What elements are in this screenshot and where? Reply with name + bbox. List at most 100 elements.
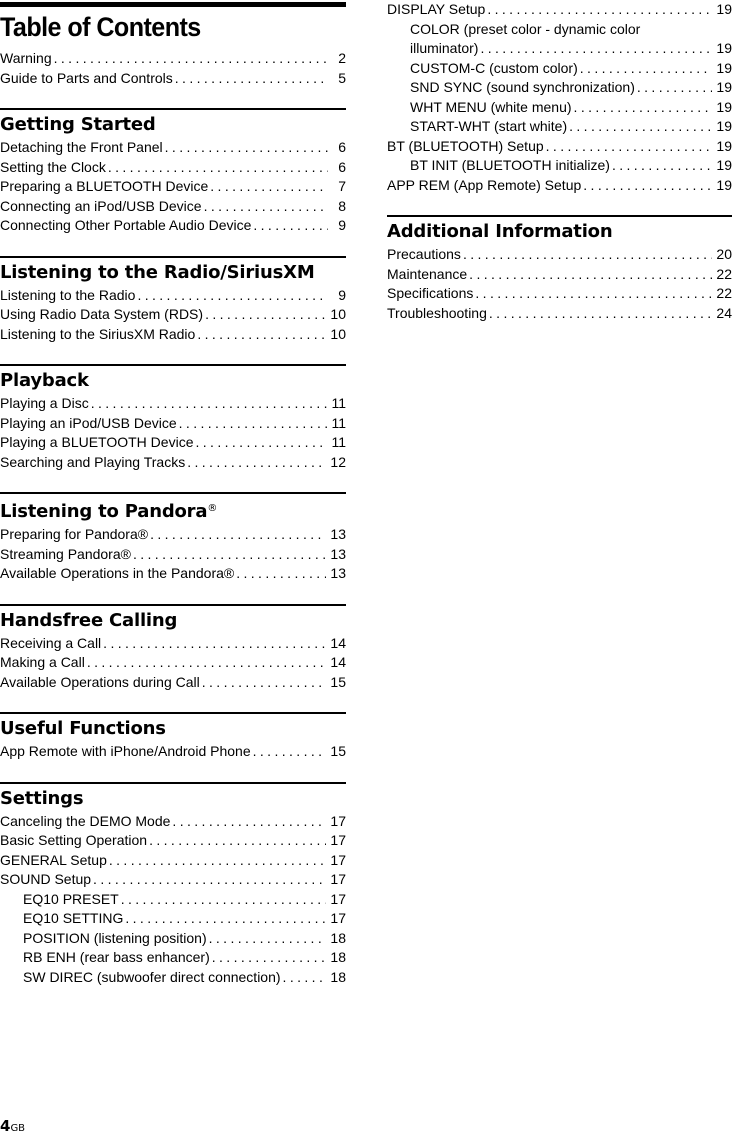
toc-entry[interactable]: Playing an iPod/USB Device 11	[0, 414, 346, 434]
dot-leader	[612, 156, 712, 176]
toc-subentry-line1[interactable]: COLOR (preset color - dynamic color	[387, 20, 732, 40]
toc-entry-page: 17	[330, 890, 346, 907]
dot-leader	[489, 304, 713, 324]
toc-entry[interactable]: Preparing for Pandora® 13	[0, 525, 346, 545]
dot-leader	[204, 197, 328, 217]
section-heading: Listening to the Radio/SiriusXM	[0, 261, 315, 283]
toc-entry-page: 9	[338, 286, 346, 303]
toc-entry-label: Guide to Parts and Controls	[0, 69, 173, 86]
toc-entry[interactable]: Using Radio Data System (RDS) 10	[0, 305, 346, 325]
toc-entry-label: Connecting Other Portable Audio Device	[0, 217, 252, 233]
toc-entry-page: 19	[716, 157, 732, 173]
toc-entry-page: 19	[716, 98, 732, 115]
toc-entry[interactable]: Searching and Playing Tracks 12	[0, 453, 346, 473]
toc-subentry[interactable]: START-WHT (start white) 19	[387, 117, 732, 137]
page-title: Table of Contents	[0, 12, 201, 42]
toc-entry[interactable]: APP REM (App Remote) Setup 19	[387, 176, 732, 196]
toc-entry[interactable]: SOUND Setup 17	[0, 870, 346, 890]
dot-leader	[187, 453, 326, 473]
dot-leader	[480, 39, 712, 59]
dot-leader	[253, 742, 327, 762]
toc-entry-page: 14	[330, 634, 346, 651]
section-divider	[0, 781, 346, 784]
toc-subentry[interactable]: illuminator) 19	[387, 39, 732, 59]
toc-subentry[interactable]: EQ10 SETTING 17	[0, 909, 346, 929]
toc-subentry[interactable]: RB ENH (rear bass enhancer) 18	[0, 948, 346, 968]
toc-entry[interactable]: App Remote with iPhone/Android Phone 15	[0, 742, 346, 762]
toc-entry-page: 15	[330, 673, 346, 690]
section-heading: Settings	[0, 787, 84, 809]
toc-entry-label: Warning	[0, 50, 52, 66]
toc-entry[interactable]: Listening to the SiriusXM Radio 10	[0, 325, 346, 345]
toc-entry[interactable]: BT (BLUETOOTH) Setup 19	[387, 137, 732, 157]
section-settings: Settings Canceling the DEMO Mode 17 Basic…	[0, 781, 346, 988]
toc-entry-page: 2	[338, 50, 346, 66]
toc-entry[interactable]: Making a Call 14	[0, 653, 346, 673]
section-additional-information: Additional Information Precautions 20 Mai…	[387, 215, 732, 323]
dot-leader	[175, 69, 328, 89]
toc-entry-label: Canceling the DEMO Mode	[0, 812, 171, 829]
toc-entry-label: Streaming Pandora®	[0, 545, 131, 562]
toc-entry[interactable]: Basic Setting Operation 17	[0, 831, 346, 851]
toc-subentry[interactable]: BT INIT (BLUETOOTH initialize) 19	[387, 156, 732, 176]
toc-entry-label: Detaching the Front Panel	[0, 139, 163, 155]
dot-leader	[583, 176, 712, 196]
toc-entry[interactable]: Troubleshooting 24	[387, 304, 732, 324]
toc-entry[interactable]: Available Operations in the Pandora® 13	[0, 564, 346, 584]
toc-entry-page: 17	[330, 812, 346, 829]
toc-entry-label: APP REM (App Remote) Setup	[387, 176, 582, 193]
toc-entry-page: 13	[330, 565, 346, 581]
toc-entry[interactable]: Maintenance 22	[387, 265, 732, 285]
toc-entry[interactable]: Preparing a BLUETOOTH Device 7	[0, 177, 346, 197]
toc-entry-label: Basic Setting Operation	[0, 832, 148, 848]
toc-entry-label: Listening to the SiriusXM Radio	[0, 325, 196, 342]
toc-entry[interactable]: Specifications 22	[387, 284, 732, 304]
toc-entry-label: Making a Call	[0, 654, 85, 670]
toc-entry-page: 11	[331, 395, 346, 411]
toc-entry[interactable]: Receiving a Call 14	[0, 634, 346, 654]
toc-entry[interactable]: Canceling the DEMO Mode 17	[0, 812, 346, 832]
dot-leader	[197, 325, 326, 345]
toc-entry-label: illuminator)	[410, 40, 479, 56]
toc-entry[interactable]: Connecting an iPod/USB Device 8	[0, 197, 346, 217]
toc-entry-page: 19	[716, 118, 732, 134]
toc-entry-page: 11	[331, 414, 346, 431]
toc-entry[interactable]: DISPLAY Setup 19	[387, 0, 732, 20]
toc-entry[interactable]: Available Operations during Call 15	[0, 673, 346, 693]
toc-entry[interactable]: Precautions 20	[387, 245, 732, 265]
toc-entry-warning[interactable]: Warning 2	[0, 49, 346, 69]
toc-subentry[interactable]: SW DIREC (subwoofer direct connection) 18	[0, 968, 346, 988]
toc-entry-guide[interactable]: Guide to Parts and Controls 5	[0, 69, 346, 89]
toc-entry-page: 13	[330, 545, 346, 562]
dot-leader	[93, 870, 326, 890]
toc-entry[interactable]: Connecting Other Portable Audio Device 9	[0, 216, 346, 236]
toc-subentry[interactable]: SND SYNC (sound synchronization) 19	[387, 78, 732, 98]
toc-entry-page: 15	[330, 743, 346, 759]
section-divider	[0, 492, 346, 494]
toc-subentry[interactable]: WHT MENU (white menu) 19	[387, 98, 732, 118]
toc-entry-page: 10	[330, 325, 346, 342]
toc-subentry[interactable]: CUSTOM-C (custom color) 19	[387, 59, 732, 79]
toc-entry-label: EQ10 SETTING	[23, 910, 124, 926]
toc-subentry[interactable]: EQ10 PRESET 17	[0, 890, 346, 910]
dot-leader	[253, 216, 328, 236]
toc-entry-page: 18	[330, 929, 346, 946]
toc-entry-label: Connecting an iPod/USB Device	[0, 197, 202, 214]
section-playback: Playback Playing a Disc 11 Playing an iPo…	[0, 364, 346, 472]
page-footer: 4GB	[0, 1117, 25, 1138]
section-useful-functions: Useful Functions App Remote with iPhone/…	[0, 712, 346, 762]
toc-entry-page: 13	[330, 526, 346, 542]
toc-entry[interactable]: Streaming Pandora® 13	[0, 545, 346, 565]
toc-entry[interactable]: Setting the Clock 6	[0, 158, 346, 178]
toc-entry[interactable]: GENERAL Setup 17	[0, 851, 346, 871]
toc-entry[interactable]: Listening to the Radio 9	[0, 286, 346, 306]
toc-entry-page: 19	[716, 40, 732, 56]
section-divider	[0, 364, 346, 366]
toc-subentry[interactable]: POSITION (listening position) 18	[0, 929, 346, 949]
toc-entry-page: 22	[716, 265, 732, 282]
toc-entry[interactable]: Detaching the Front Panel 6	[0, 138, 346, 158]
toc-entry[interactable]: Playing a Disc 11	[0, 394, 346, 414]
toc-entry-page: 6	[338, 139, 346, 155]
toc-entry[interactable]: Playing a BLUETOOTH Device 11	[0, 433, 346, 453]
toc-entry-page: 19	[716, 1, 732, 17]
